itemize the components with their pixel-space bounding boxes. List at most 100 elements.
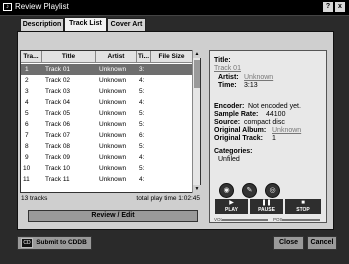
track-row[interactable]: 4 Track 04 Unknown 4: xyxy=(21,97,193,108)
record-icon[interactable]: ◎ xyxy=(265,183,280,198)
pause-button[interactable]: ❚❚ PAUSE xyxy=(250,199,283,214)
tab-cover-art[interactable]: Cover Art xyxy=(107,18,146,31)
volume-slider[interactable] xyxy=(222,219,268,221)
track-title: Track 10 xyxy=(45,165,71,172)
encoder-value: Not encoded yet. xyxy=(248,103,301,110)
track-artist: Unknown xyxy=(99,176,127,183)
track-title: Track 06 xyxy=(45,121,71,128)
track-title: Track 01 xyxy=(45,66,71,73)
tracks-count: 13 tracks xyxy=(21,195,48,202)
column-header-track[interactable]: Tra... xyxy=(21,51,42,63)
track-number: 11 xyxy=(23,176,30,183)
play-button[interactable]: ▶ PLAY xyxy=(215,199,248,214)
track-row[interactable]: 1 Track 01 Unknown 3: xyxy=(21,64,193,75)
cd-icon[interactable]: ◉ xyxy=(219,183,234,198)
close-button[interactable]: Close xyxy=(273,236,304,250)
track-row[interactable]: 2 Track 02 Unknown 4: xyxy=(21,75,193,86)
track-title: Track 09 xyxy=(45,154,71,161)
original-track-value: 1 xyxy=(272,135,276,142)
scroll-down-icon[interactable]: ▼ xyxy=(193,185,201,193)
scrollbar-thumb[interactable] xyxy=(194,60,200,88)
track-row[interactable]: 10 Track 10 Unknown 5: xyxy=(21,163,193,174)
column-header-title[interactable]: Title xyxy=(42,51,96,63)
track-artist: Unknown xyxy=(99,165,127,172)
track-time: 4: xyxy=(139,154,145,161)
column-header-artist[interactable]: Artist xyxy=(96,51,137,63)
position-slider[interactable] xyxy=(282,219,320,221)
track-row[interactable]: 9 Track 09 Unknown 4: xyxy=(21,152,193,163)
track-number: 3 xyxy=(25,88,29,95)
track-title: Track 03 xyxy=(45,88,71,95)
track-title: Track 11 xyxy=(45,176,70,183)
encoder-label: Encoder: xyxy=(214,103,245,110)
track-time: 5: xyxy=(139,110,145,117)
track-title: Track 07 xyxy=(45,132,71,139)
track-time: 4: xyxy=(139,77,145,84)
track-row[interactable]: 11 Track 11 Unknown 4: xyxy=(21,174,193,185)
cddb-icon: CD xyxy=(21,238,33,248)
edit-icon[interactable]: ✎ xyxy=(242,183,257,198)
close-window-button[interactable]: x xyxy=(335,2,345,12)
track-title: Track 02 xyxy=(45,77,71,84)
scroll-up-icon[interactable]: ▲ xyxy=(193,50,201,58)
track-artist: Unknown xyxy=(99,121,127,128)
track-row[interactable]: 8 Track 08 Unknown 5: xyxy=(21,141,193,152)
column-header-file-size[interactable]: File Size xyxy=(151,51,193,63)
track-artist: Unknown xyxy=(99,88,127,95)
track-time: 4: xyxy=(139,99,145,106)
tab-track-list[interactable]: Track List xyxy=(64,17,107,31)
track-artist: Unknown xyxy=(99,77,127,84)
title-link[interactable]: Track 01 xyxy=(214,65,241,72)
play-label: PLAY xyxy=(225,207,238,213)
track-title: Track 04 xyxy=(45,99,71,106)
review-edit-button[interactable]: Review / Edit xyxy=(28,210,198,222)
total-play-time: total play time 1:02:45 xyxy=(136,195,200,202)
track-row[interactable]: 7 Track 07 Unknown 6: xyxy=(21,130,193,141)
track-time: 5: xyxy=(139,88,145,95)
cancel-button[interactable]: Cancel xyxy=(307,236,337,250)
stop-label: STOP xyxy=(296,207,310,213)
source-label: Source: xyxy=(214,119,241,126)
stop-icon: ■ xyxy=(301,200,305,206)
categories-label: Categories: xyxy=(214,148,253,155)
track-time: 3: xyxy=(139,66,145,73)
title-label: Title: xyxy=(214,57,231,64)
artist-link[interactable]: Unknown xyxy=(244,74,273,81)
track-list[interactable]: Tra... Title Artist Ti... File Size 1 Tr… xyxy=(20,50,201,193)
tab-description[interactable]: Description xyxy=(20,18,64,31)
track-time: 4: xyxy=(139,176,145,183)
sample-rate-label: Sample Rate: xyxy=(214,111,259,118)
submit-cddb-label: Submit to CDDB xyxy=(36,239,87,246)
play-icon: ▶ xyxy=(229,200,234,206)
original-album-link[interactable]: Unknown xyxy=(272,127,301,134)
track-number: 2 xyxy=(25,77,29,84)
track-time: 5: xyxy=(139,165,145,172)
track-number: 8 xyxy=(25,143,29,150)
track-artist: Unknown xyxy=(99,66,127,73)
track-time: 5: xyxy=(139,121,145,128)
track-number: 5 xyxy=(25,110,29,117)
track-artist: Unknown xyxy=(99,99,127,106)
track-artist: Unknown xyxy=(99,110,127,117)
help-button[interactable]: ? xyxy=(323,2,333,12)
track-row[interactable]: 3 Track 03 Unknown 5: xyxy=(21,86,193,97)
track-title: Track 05 xyxy=(45,110,71,117)
track-artist: Unknown xyxy=(99,154,127,161)
track-number: 4 xyxy=(25,99,29,106)
stop-button[interactable]: ■ STOP xyxy=(285,199,321,214)
track-row[interactable]: 5 Track 05 Unknown 5: xyxy=(21,108,193,119)
track-artist: Unknown xyxy=(99,143,127,150)
original-album-label: Original Album: xyxy=(214,127,267,134)
track-time: 5: xyxy=(139,143,145,150)
track-number: 6 xyxy=(25,121,29,128)
track-row[interactable]: 6 Track 06 Unknown 5: xyxy=(21,119,193,130)
window-titlebar: ♪ Review Playlist ? x xyxy=(0,0,349,15)
pause-icon: ❚❚ xyxy=(261,200,272,206)
track-time: 6: xyxy=(139,132,145,139)
time-label: Time: xyxy=(218,82,237,89)
track-title: Track 08 xyxy=(45,143,71,150)
source-value: compact disc xyxy=(244,119,285,126)
track-list-scrollbar[interactable]: ▲ ▼ xyxy=(192,50,201,193)
column-header-time[interactable]: Ti... xyxy=(137,51,151,63)
artist-label: Artist: xyxy=(218,74,239,81)
